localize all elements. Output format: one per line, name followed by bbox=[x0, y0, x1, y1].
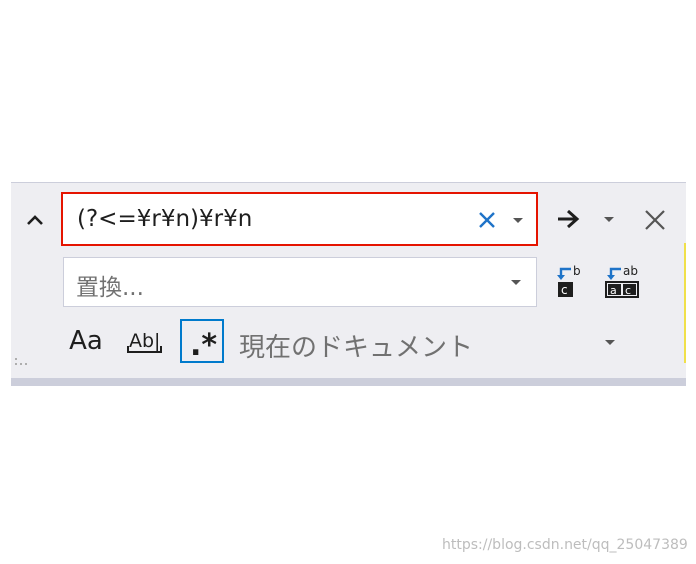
find-input[interactable]: (?<=¥r¥n)¥r¥n bbox=[61, 192, 538, 246]
close-icon[interactable] bbox=[642, 207, 668, 233]
match-case-toggle[interactable]: Aa bbox=[65, 319, 107, 363]
arrow-right-icon[interactable] bbox=[555, 207, 583, 231]
svg-text:b: b bbox=[573, 264, 581, 278]
svg-text:ab: ab bbox=[623, 264, 638, 278]
match-case-label: Aa bbox=[69, 326, 103, 356]
find-next-dropdown-icon[interactable] bbox=[602, 214, 616, 226]
whole-word-icon: Ab| bbox=[127, 330, 162, 353]
grip-icon[interactable] bbox=[13, 355, 37, 369]
chevron-up-icon[interactable] bbox=[23, 209, 47, 233]
find-history-dropdown-icon[interactable] bbox=[511, 214, 525, 226]
find-replace-panel: (?<=¥r¥n)¥r¥n 置換... b c ab a c Aa Ab| .*… bbox=[11, 182, 686, 386]
replace-next-icon[interactable]: b c bbox=[555, 263, 589, 301]
regex-label: .* bbox=[190, 328, 217, 357]
side-accent-bar bbox=[684, 243, 686, 363]
whole-word-toggle[interactable]: Ab| bbox=[125, 319, 165, 363]
watermark: https://blog.csdn.net/qq_25047389 bbox=[442, 537, 688, 553]
svg-text:c: c bbox=[625, 284, 631, 297]
svg-text:a: a bbox=[610, 284, 617, 297]
find-input-value: (?<=¥r¥n)¥r¥n bbox=[77, 206, 253, 232]
replace-all-icon[interactable]: ab a c bbox=[603, 263, 643, 301]
replace-input[interactable]: 置換... bbox=[63, 257, 537, 307]
replace-history-dropdown-icon[interactable] bbox=[509, 276, 523, 288]
whole-word-label: Ab| bbox=[129, 330, 160, 352]
clear-icon[interactable] bbox=[475, 208, 499, 232]
regex-toggle[interactable]: .* bbox=[180, 319, 224, 363]
regex-icon: .* bbox=[190, 328, 217, 357]
scope-dropdown-icon[interactable] bbox=[603, 337, 617, 349]
search-scope-label[interactable]: 現在のドキュメント bbox=[239, 327, 473, 364]
panel-bottom-border bbox=[11, 378, 686, 386]
replace-input-placeholder: 置換... bbox=[76, 275, 144, 301]
svg-text:c: c bbox=[561, 283, 568, 297]
